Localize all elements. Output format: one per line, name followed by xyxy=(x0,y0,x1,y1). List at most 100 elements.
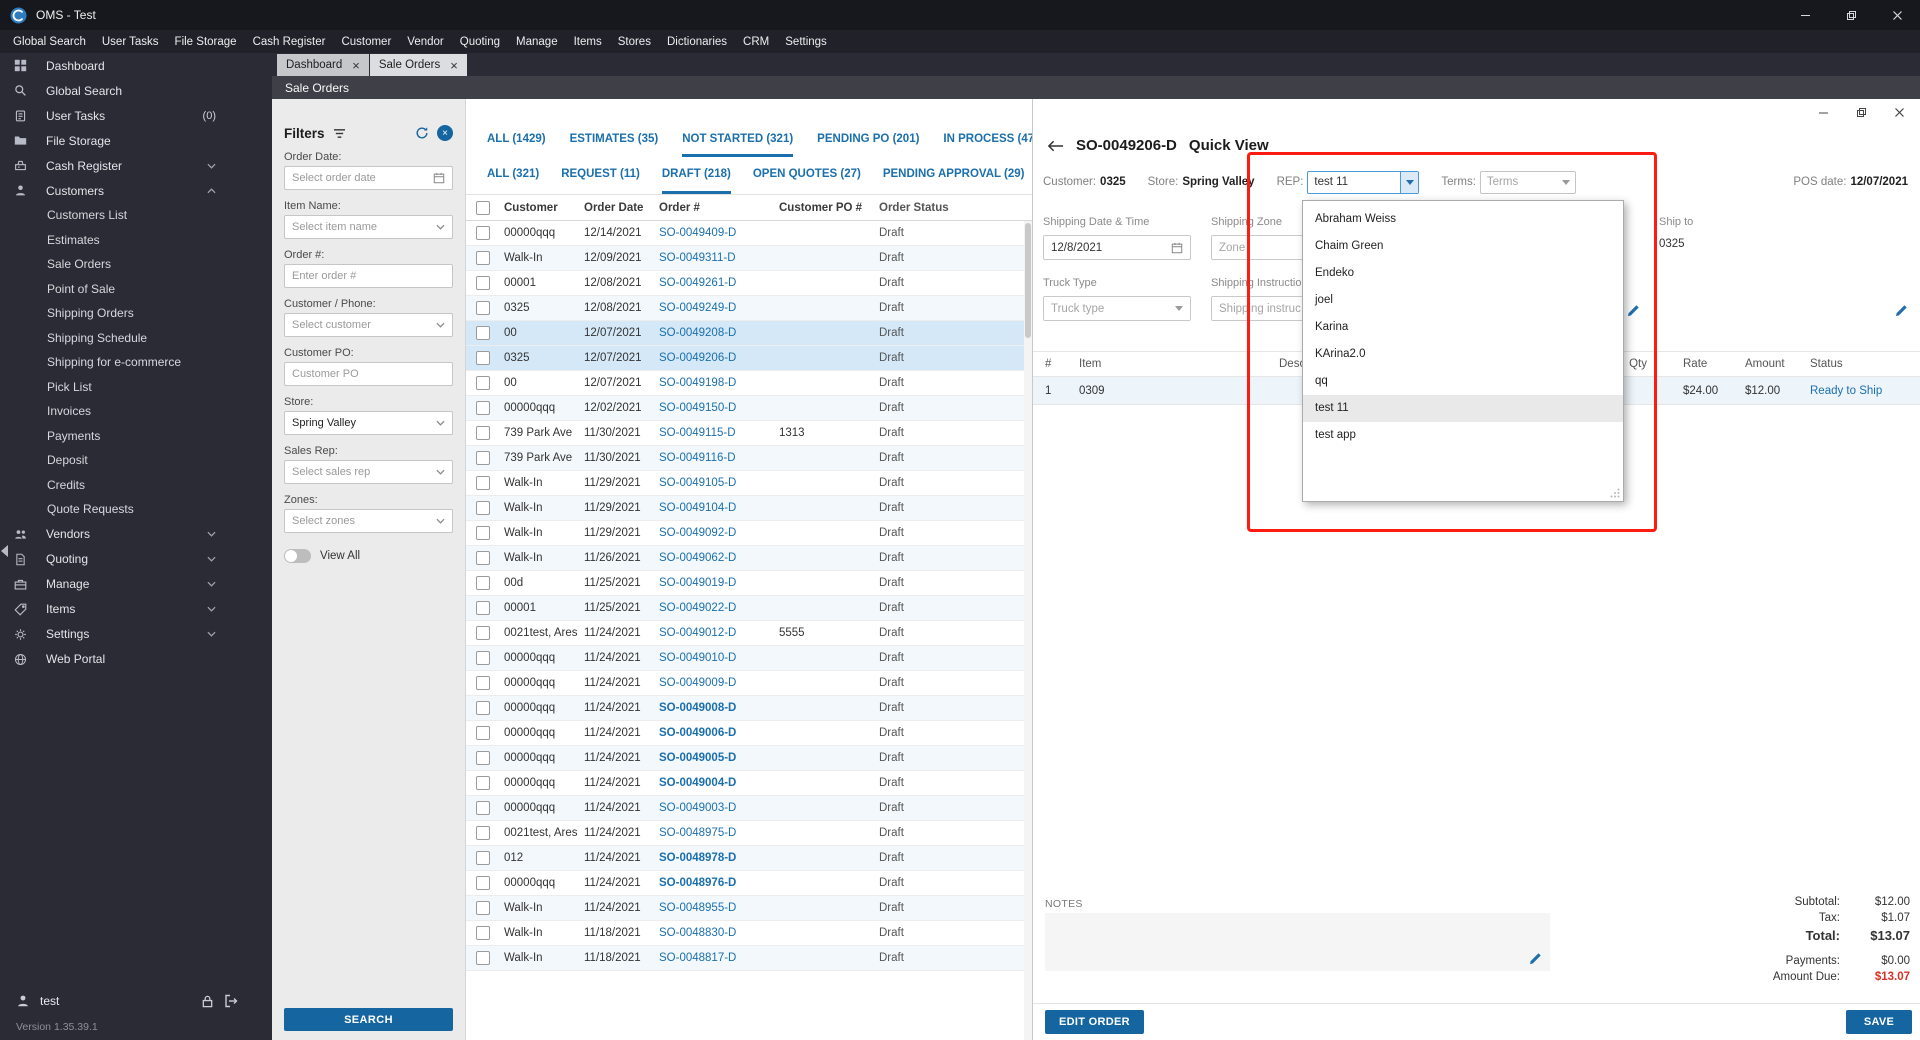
row-checkbox[interactable] xyxy=(476,301,490,315)
table-row[interactable]: 00000qqq 11/24/2021 SO-0049009-D Draft xyxy=(466,671,1032,696)
row-checkbox[interactable] xyxy=(476,626,490,640)
sidebar-item-dashboard[interactable]: Dashboard xyxy=(0,53,272,78)
order-number-link[interactable]: SO-0048978-D xyxy=(659,852,736,864)
order-number-link[interactable]: SO-0049092-D xyxy=(659,527,736,539)
row-checkbox[interactable] xyxy=(476,526,490,540)
status-tab-pending-po-201[interactable]: PENDING PO (201) xyxy=(817,123,919,157)
menu-item-quoting[interactable]: Quoting xyxy=(452,36,508,48)
table-row[interactable]: 0021test, Ares 11/24/2021 SO-0048975-D Draf… xyxy=(466,821,1032,846)
back-arrow-icon[interactable] xyxy=(1047,140,1064,152)
sidebar-subitem-deposit[interactable]: Deposit xyxy=(0,448,272,473)
menu-item-cash-register[interactable]: Cash Register xyxy=(245,36,334,48)
row-checkbox[interactable] xyxy=(476,451,490,465)
order-number-link[interactable]: SO-0049105-D xyxy=(659,477,736,489)
row-checkbox[interactable] xyxy=(476,951,490,965)
rep-option-qq[interactable]: qq xyxy=(1303,368,1623,395)
table-row[interactable]: 012 11/24/2021 SO-0048978-D Draft xyxy=(466,846,1032,871)
sidebar-item-vendors[interactable]: Vendors xyxy=(0,522,272,547)
clear-filters-icon[interactable]: × xyxy=(437,125,453,141)
row-checkbox[interactable] xyxy=(476,326,490,340)
table-row[interactable]: Walk-In 11/29/2021 SO-0049104-D Draft xyxy=(466,496,1032,521)
sidebar-subitem-sale-orders[interactable]: Sale Orders xyxy=(0,252,272,277)
status-tab-in-process-47[interactable]: IN PROCESS (47 xyxy=(943,123,1032,157)
row-checkbox[interactable] xyxy=(476,501,490,515)
menu-item-crm[interactable]: CRM xyxy=(735,36,777,48)
row-checkbox[interactable] xyxy=(476,401,490,415)
menu-item-items[interactable]: Items xyxy=(566,36,610,48)
table-row[interactable]: 00001 12/08/2021 SO-0049261-D Draft xyxy=(466,271,1032,296)
row-checkbox[interactable] xyxy=(476,551,490,565)
order-number-link[interactable]: SO-0049150-D xyxy=(659,402,736,414)
row-checkbox[interactable] xyxy=(476,376,490,390)
rep-option-endeko[interactable]: Endeko xyxy=(1303,260,1623,287)
filter-item-name-select[interactable]: Select item name xyxy=(284,215,453,239)
row-checkbox[interactable] xyxy=(476,576,490,590)
select-all-checkbox[interactable] xyxy=(476,200,490,215)
row-checkbox[interactable] xyxy=(476,701,490,715)
table-row[interactable]: 00000qqq 11/24/2021 SO-0049004-D Draft xyxy=(466,771,1032,796)
order-number-link[interactable]: SO-0049409-D xyxy=(659,227,736,239)
menu-item-customer[interactable]: Customer xyxy=(333,36,399,48)
row-checkbox[interactable] xyxy=(476,776,490,790)
status-tab-pending-approval-29[interactable]: PENDING APPROVAL (29) xyxy=(883,157,1025,194)
order-number-link[interactable]: SO-0049249-D xyxy=(659,302,736,314)
sidebar-subitem-payments[interactable]: Payments xyxy=(0,424,272,449)
filter-zones-select[interactable]: Select zones xyxy=(284,509,453,533)
edit-ship-to-icon[interactable] xyxy=(1895,304,1908,317)
table-row[interactable]: 00000qqq 11/24/2021 SO-0048976-D Draft xyxy=(466,871,1032,896)
table-row[interactable]: 00001 11/25/2021 SO-0049022-D Draft xyxy=(466,596,1032,621)
order-number-link[interactable]: SO-0048817-D xyxy=(659,952,736,964)
menu-item-stores[interactable]: Stores xyxy=(610,36,659,48)
sidebar-item-quoting[interactable]: Quoting xyxy=(0,547,272,572)
rep-combobox[interactable]: test 11 xyxy=(1307,170,1420,194)
rep-option-karina[interactable]: Karina xyxy=(1303,314,1623,341)
order-number-link[interactable]: SO-0049261-D xyxy=(659,277,736,289)
sidebar-subitem-customers-list[interactable]: Customers List xyxy=(0,203,272,228)
edit-order-button[interactable]: EDIT ORDER xyxy=(1045,1010,1144,1034)
table-row[interactable]: 00 12/07/2021 SO-0049198-D Draft xyxy=(466,371,1032,396)
sidebar-subitem-point-of-sale[interactable]: Point of Sale xyxy=(0,277,272,302)
order-number-link[interactable]: SO-0049012-D xyxy=(659,627,736,639)
menu-item-dictionaries[interactable]: Dictionaries xyxy=(659,36,735,48)
order-number-link[interactable]: SO-0049115-D xyxy=(659,427,736,439)
row-checkbox[interactable] xyxy=(476,351,490,365)
row-checkbox[interactable] xyxy=(476,251,490,265)
table-row[interactable]: 0325 12/08/2021 SO-0049249-D Draft xyxy=(466,296,1032,321)
sidebar-subitem-quote-requests[interactable]: Quote Requests xyxy=(0,497,272,522)
order-number-link[interactable]: SO-0049116-D xyxy=(659,452,736,464)
sidebar-subitem-shipping-orders[interactable]: Shipping Orders xyxy=(0,301,272,326)
sidebar-item-user-tasks[interactable]: User Tasks (0) xyxy=(0,103,272,128)
truck-type-select[interactable]: Truck type xyxy=(1043,296,1191,321)
table-row[interactable]: Walk-In 11/29/2021 SO-0049105-D Draft xyxy=(466,471,1032,496)
sidebar-subitem-estimates[interactable]: Estimates xyxy=(0,228,272,253)
table-row[interactable]: 0021test, Ares 11/24/2021 SO-0049012-D 5555… xyxy=(466,621,1032,646)
row-checkbox[interactable] xyxy=(476,601,490,615)
quickview-restore-button[interactable] xyxy=(1842,100,1880,124)
table-row[interactable]: 00000qqq 11/24/2021 SO-0049003-D Draft xyxy=(466,796,1032,821)
notes-box[interactable] xyxy=(1045,913,1550,971)
rep-option-test-11[interactable]: test 11 xyxy=(1303,395,1623,422)
column-header-customer[interactable]: Customer xyxy=(504,202,584,214)
rep-option-test-app[interactable]: test app xyxy=(1303,422,1623,449)
lock-icon[interactable] xyxy=(201,995,214,1008)
rep-dropdown-arrow-icon[interactable] xyxy=(1400,171,1419,193)
column-header-order-status[interactable]: Order Status xyxy=(879,202,1032,214)
status-tab-estimates-35[interactable]: ESTIMATES (35) xyxy=(570,123,659,157)
sidebar-item-cash-register[interactable]: Cash Register xyxy=(0,153,272,178)
table-row[interactable]: 00d 11/25/2021 SO-0049019-D Draft xyxy=(466,571,1032,596)
scrollbar-thumb[interactable] xyxy=(1025,223,1031,338)
resize-grip-icon[interactable] xyxy=(1610,488,1620,498)
menu-item-manage[interactable]: Manage xyxy=(508,36,566,48)
table-row[interactable]: Walk-In 11/29/2021 SO-0049092-D Draft xyxy=(466,521,1032,546)
filter-customer-po-textbox[interactable] xyxy=(292,368,445,380)
sidebar-item-web-portal[interactable]: Web Portal xyxy=(0,647,272,672)
shipping-date-input[interactable]: 12/8/2021 xyxy=(1043,235,1191,260)
table-row[interactable]: Walk-In 11/18/2021 SO-0048830-D Draft xyxy=(466,921,1032,946)
order-number-link[interactable]: SO-0049019-D xyxy=(659,577,736,589)
sidebar-item-items[interactable]: Items xyxy=(0,597,272,622)
window-minimize-button[interactable] xyxy=(1782,0,1828,30)
tab-dashboard[interactable]: Dashboard × xyxy=(277,54,369,76)
sidebar-item-global-search[interactable]: Global Search xyxy=(0,78,272,103)
row-checkbox[interactable] xyxy=(476,276,490,290)
filter-customer-po-input[interactable] xyxy=(284,362,453,386)
